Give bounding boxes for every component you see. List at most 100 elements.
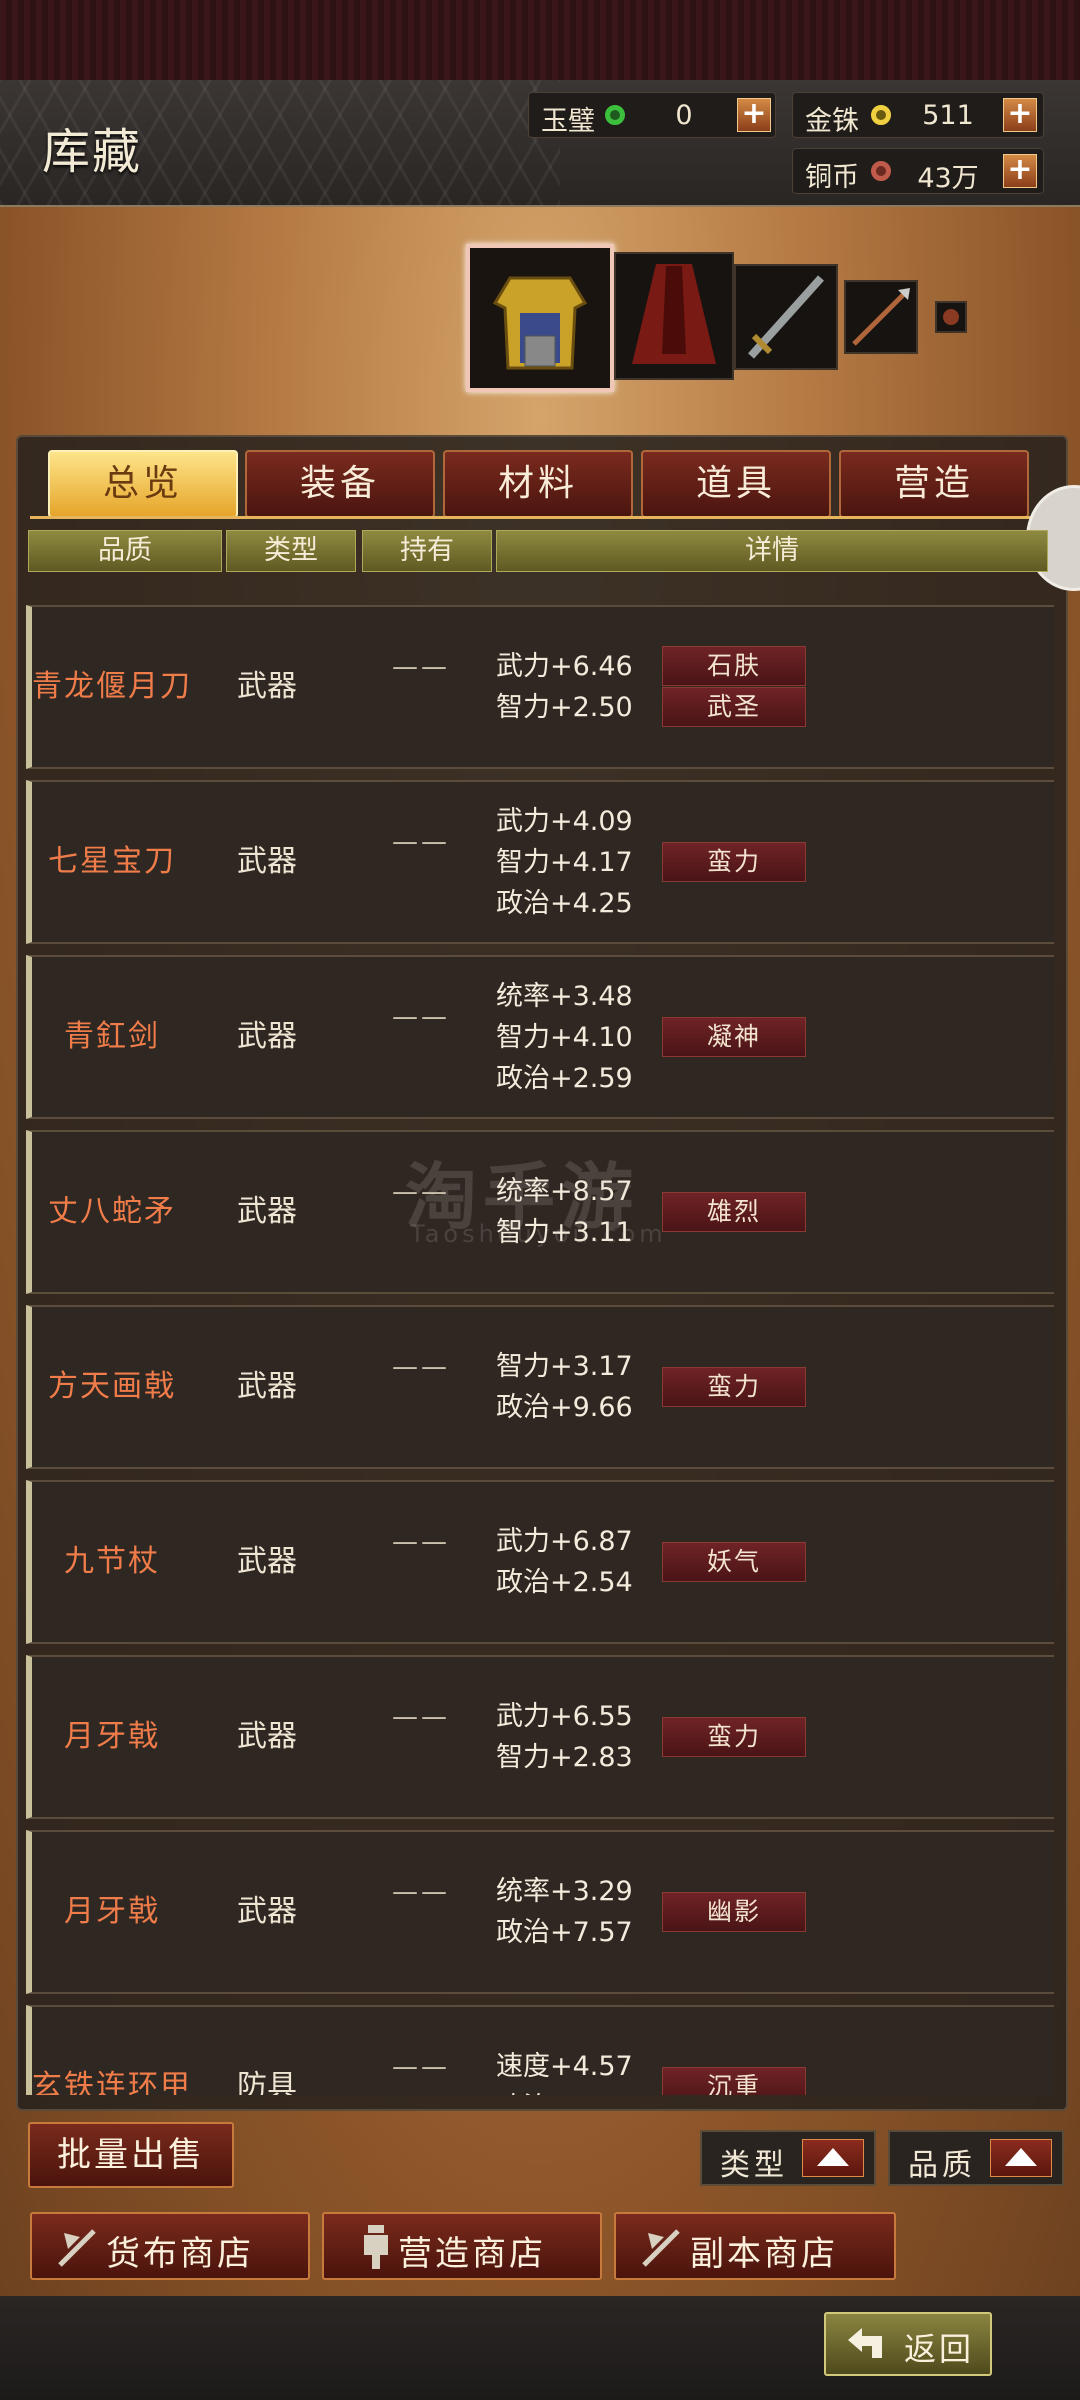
tab-items[interactable]: 道具 [641,450,831,518]
currency-jade-label: 玉璧 [541,106,595,137]
construction-shop-button[interactable]: 营造商店 [322,2212,602,2280]
item-stat: 智力+4.10 [496,1021,633,1053]
item-stat: 智力+2.50 [496,692,633,723]
tab-construction[interactable]: 营造 [839,450,1029,518]
list-item[interactable]: 月牙戟 武器 —— 武力+6.55 智力+2.83 蛮力 [26,1655,1054,1819]
cape-icon [632,264,716,364]
item-stats: 智力+3.17 政治+9.66 [496,1346,633,1428]
item-holder: —— [392,1877,450,1907]
item-trait-badge[interactable]: 雄烈 [662,1191,806,1232]
item-trait-badge[interactable]: 武圣 [662,687,806,727]
item-trait-badge[interactable]: 凝神 [662,1016,806,1057]
item-name: 九节杖 [64,1544,160,1579]
watermark-sub: Taoshouyou.com [410,1220,667,1248]
sort-quality-toggle[interactable]: 品质 [888,2130,1064,2186]
item-trait-badge[interactable]: 幽影 [662,1891,806,1932]
preview-armor[interactable] [466,244,614,392]
item-type: 武器 [237,1719,297,1754]
sort-type-arrow-icon[interactable] [802,2139,864,2177]
item-stat: 政治+9.66 [496,1392,633,1423]
item-holder: —— [392,1527,450,1557]
currency-jade: 玉璧 0 + [528,92,776,138]
back-arrow-icon [848,2328,882,2358]
item-stats: 武力+6.55 智力+2.83 [496,1696,633,1778]
item-holder: —— [392,1002,450,1032]
item-type: 武器 [237,1369,297,1404]
item-trait-badge[interactable]: 妖气 [662,1541,806,1582]
list-item[interactable]: 玄铁连环甲 防具 —— 速度+4.57 政治+2.70 沉重 [26,2005,1054,2095]
sword-icon [748,275,824,359]
column-quality[interactable]: 品质 [28,530,222,572]
list-item[interactable]: 青釭剑 武器 —— 统率+3.48 智力+4.10 政治+2.59 凝神 [26,955,1054,1119]
item-type: 防具 [237,2069,297,2095]
currency-jade-value: 0 [675,100,693,131]
add-copper-button[interactable]: + [1003,154,1037,188]
preview-sword[interactable] [734,264,838,370]
shop-flag-icon [58,2229,96,2267]
item-stats: 武力+4.09 智力+4.17 政治+4.25 [496,801,633,924]
construction-shop-label: 营造商店 [398,2234,546,2274]
sort-quality-arrow-icon[interactable] [990,2139,1052,2177]
tab-materials[interactable]: 材料 [443,450,633,518]
item-stat: 武力+6.87 [496,1526,633,1557]
item-trait-badge[interactable]: 蛮力 [662,841,806,882]
item-trait-badge[interactable]: 石肤 [662,646,806,686]
column-type[interactable]: 类型 [226,530,356,572]
currency-gold-label: 金铢 [805,106,859,137]
item-type: 武器 [237,1544,297,1579]
column-holder[interactable]: 持有 [362,530,492,572]
gold-coin-icon [871,105,891,125]
list-item[interactable]: 九节杖 武器 —— 武力+6.87 政治+2.54 妖气 [26,1480,1054,1644]
item-stat: 智力+4.17 [496,846,633,878]
currency-copper: 铜币 43万 + [792,148,1044,194]
currency-copper-value: 43万 [917,163,979,194]
item-stats: 武力+6.46 智力+2.50 [496,646,633,728]
item-type: 武器 [237,1019,297,1054]
list-item[interactable]: 方天画戟 武器 —— 智力+3.17 政治+9.66 蛮力 [26,1305,1054,1469]
item-holder: —— [392,1352,450,1382]
item-holder: —— [392,827,450,857]
item-trait-badge[interactable]: 蛮力 [662,1716,806,1757]
item-stat: 统率+3.29 [496,1876,633,1907]
item-trait-badge[interactable]: 蛮力 [662,1366,806,1407]
currency-shop-button[interactable]: 货布商店 [30,2212,310,2280]
item-stats: 速度+4.57 政治+2.70 [496,2046,633,2095]
item-list[interactable]: 青龙偃月刀 武器 —— 武力+6.46 智力+2.50 石肤 武圣 七星宝刀 武器 —— 武力+4.… [26,585,1054,2095]
currency-shop-label: 货布商店 [106,2234,254,2274]
item-stat: 政治+4.25 [496,887,633,919]
item-name: 七星宝刀 [48,844,176,879]
tab-underline [30,516,1045,519]
dungeon-shop-button[interactable]: 副本商店 [614,2212,896,2280]
preview-cape[interactable] [614,252,734,380]
item-type: 武器 [237,1194,297,1229]
preview-small-item[interactable] [935,301,967,333]
sort-type-toggle[interactable]: 类型 [700,2130,876,2186]
add-jade-button[interactable]: + [737,98,771,132]
currency-gold: 金铢 511 + [792,92,1044,138]
currency-copper-label: 铜币 [805,162,859,193]
item-name: 玄铁连环甲 [32,2069,192,2095]
item-stats: 统率+3.29 政治+7.57 [496,1871,633,1953]
column-details: 详情 [496,530,1048,572]
preview-spear[interactable] [844,280,918,354]
back-button[interactable]: 返回 [824,2312,992,2376]
lantern-icon [364,2225,388,2269]
item-trait-badge[interactable]: 沉重 [662,2066,806,2095]
tab-equipment[interactable]: 装备 [245,450,435,518]
list-item[interactable]: 青龙偃月刀 武器 —— 武力+6.46 智力+2.50 石肤 武圣 [26,605,1054,769]
batch-sell-button[interactable]: 批量出售 [28,2122,234,2188]
list-item[interactable]: 月牙戟 武器 —— 统率+3.29 政治+7.57 幽影 [26,1830,1054,1994]
add-gold-button[interactable]: + [1003,98,1037,132]
item-holder: —— [392,652,450,682]
item-holder: —— [392,2052,450,2082]
list-item[interactable]: 七星宝刀 武器 —— 武力+4.09 智力+4.17 政治+4.25 蛮力 [26,780,1054,944]
jade-coin-icon [605,105,625,125]
item-stats: 武力+6.87 政治+2.54 [496,1521,633,1603]
item-name: 青釭剑 [64,1019,160,1054]
item-name: 月牙戟 [64,1894,160,1929]
dungeon-shop-label: 副本商店 [690,2234,838,2274]
tab-overview[interactable]: 总览 [48,450,238,518]
item-name: 青龙偃月刀 [32,669,192,704]
item-stat: 武力+6.55 [496,1701,633,1732]
top-banner [0,0,1080,80]
